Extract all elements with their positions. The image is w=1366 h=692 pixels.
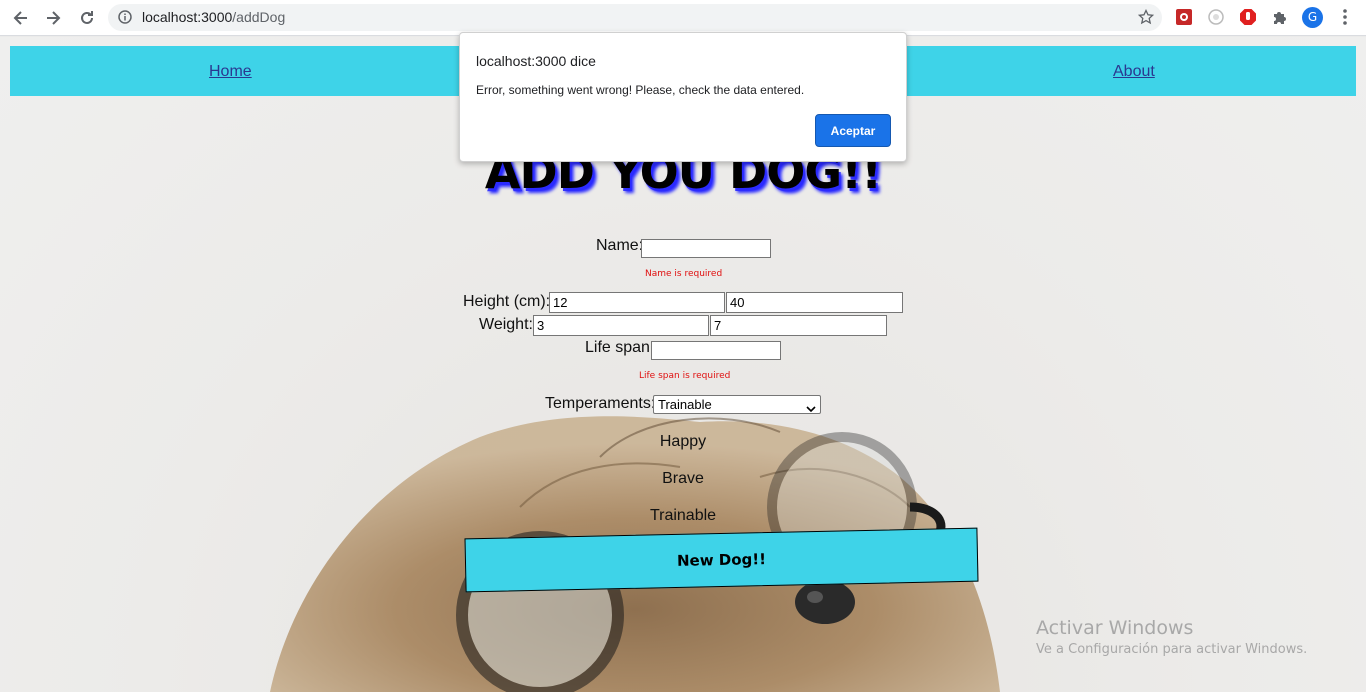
temperament-item[interactable]: Brave bbox=[0, 470, 1366, 488]
alert-dialog: localhost:3000 dice Error, something wen… bbox=[459, 32, 907, 162]
dialog-message: Error, something went wrong! Please, che… bbox=[476, 83, 805, 97]
temperament-item[interactable]: Happy bbox=[0, 433, 1366, 451]
name-label: Name: bbox=[596, 237, 644, 254]
lifespan-input[interactable] bbox=[651, 341, 781, 360]
height-min-input[interactable] bbox=[549, 292, 725, 313]
dialog-title: localhost:3000 dice bbox=[476, 53, 596, 69]
temperaments-select[interactable]: Trainable bbox=[653, 395, 821, 414]
weight-label: Weight: bbox=[479, 316, 533, 333]
windows-activation-title: Activar Windows bbox=[1036, 617, 1194, 639]
new-dog-button[interactable]: New Dog!! bbox=[464, 527, 979, 593]
weight-max-input[interactable] bbox=[710, 315, 887, 336]
puzzle-icon[interactable] bbox=[1271, 8, 1289, 26]
temperaments-label: Temperaments: bbox=[545, 395, 656, 412]
temperament-item[interactable]: Trainable bbox=[0, 507, 1366, 525]
menu-icon[interactable] bbox=[1336, 8, 1354, 26]
nav-link-about[interactable]: About bbox=[1113, 63, 1155, 81]
avatar[interactable]: G bbox=[1302, 7, 1323, 28]
weight-min-input[interactable] bbox=[533, 315, 709, 336]
lifespan-error: Life span is required bbox=[639, 371, 731, 381]
back-icon[interactable] bbox=[10, 7, 32, 29]
url-text: localhost:3000/addDog bbox=[142, 9, 286, 25]
nav-link-home[interactable]: Home bbox=[209, 63, 252, 81]
name-error: Name is required bbox=[645, 269, 723, 279]
address-bar[interactable]: localhost:3000/addDog bbox=[108, 4, 1162, 31]
height-max-input[interactable] bbox=[726, 292, 903, 313]
reload-icon[interactable] bbox=[76, 7, 98, 29]
info-icon[interactable] bbox=[118, 10, 132, 29]
star-icon[interactable] bbox=[1137, 8, 1155, 30]
height-label: Height (cm): bbox=[463, 293, 551, 310]
forward-icon[interactable] bbox=[42, 7, 64, 29]
lifespan-label: Life span: bbox=[585, 339, 655, 356]
accept-button[interactable]: Aceptar bbox=[815, 114, 891, 147]
extension-icon[interactable] bbox=[1239, 8, 1257, 26]
extension-icon[interactable] bbox=[1207, 8, 1225, 26]
temperaments-selected-value: Trainable bbox=[658, 397, 712, 412]
name-input[interactable] bbox=[641, 239, 771, 258]
browser-toolbar: localhost:3000/addDog G bbox=[0, 0, 1366, 36]
extension-icon[interactable] bbox=[1175, 8, 1193, 26]
windows-activation-subtitle: Ve a Configuración para activar Windows. bbox=[1036, 642, 1308, 657]
chevron-down-icon bbox=[806, 400, 816, 417]
